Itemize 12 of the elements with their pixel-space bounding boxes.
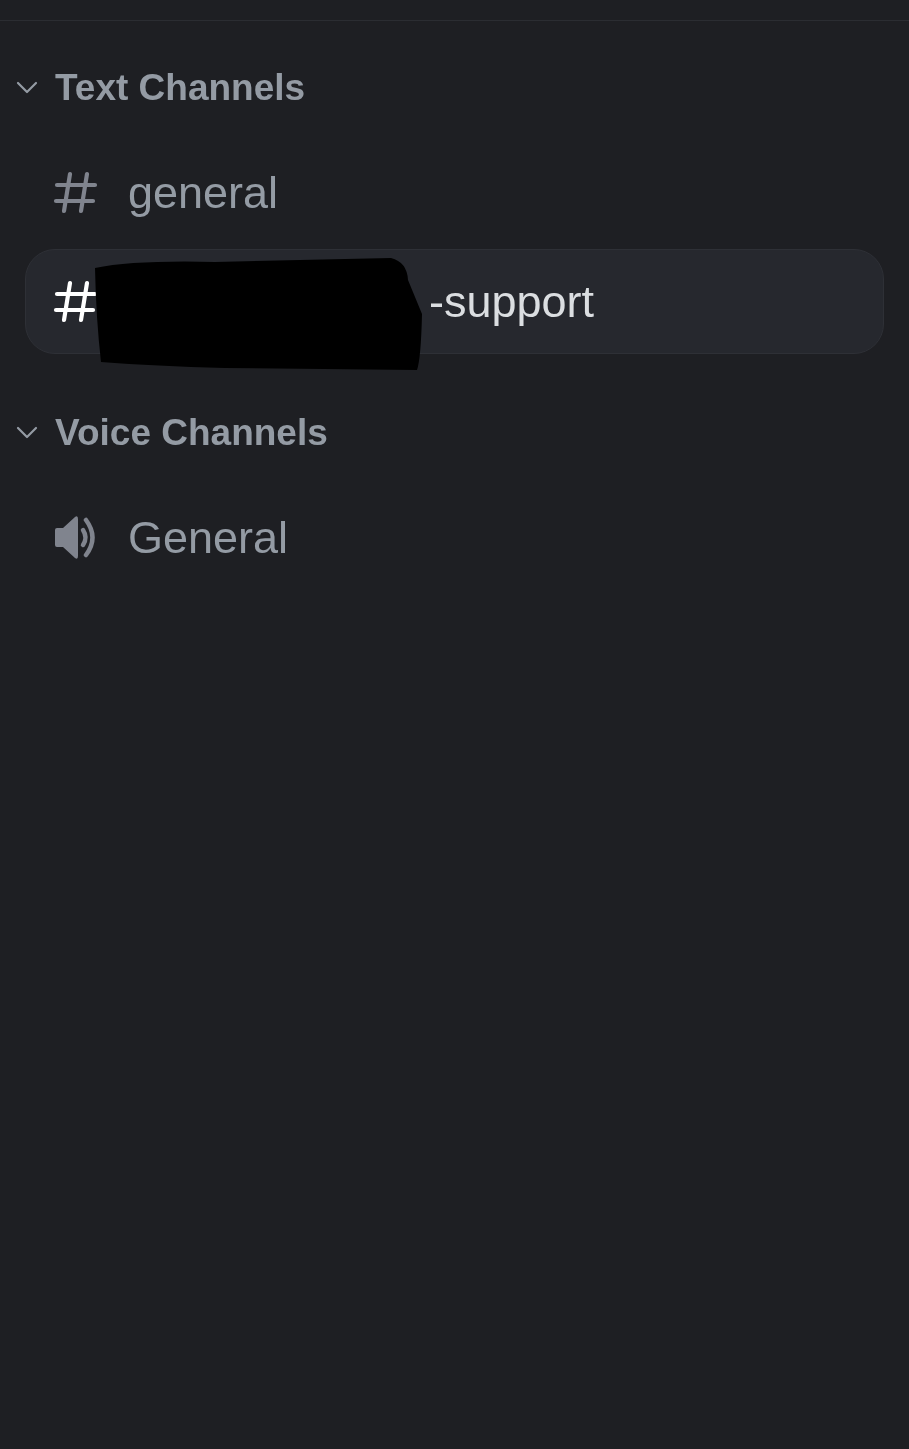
speaker-icon — [53, 514, 98, 561]
category-title: Voice Channels — [55, 413, 328, 451]
hash-icon — [53, 171, 98, 214]
channel-item[interactable]: general — [25, 140, 884, 245]
hash-icon — [53, 280, 98, 323]
category-title: Text Channels — [55, 68, 306, 106]
channel-name: general — [128, 170, 279, 215]
channel-name: General — [128, 515, 289, 560]
category-header[interactable]: Voice Channels — [0, 400, 909, 464]
channel-name: -support — [429, 279, 595, 324]
category-header[interactable]: Text Channels — [0, 55, 909, 119]
channel-item[interactable]: General — [25, 485, 884, 590]
